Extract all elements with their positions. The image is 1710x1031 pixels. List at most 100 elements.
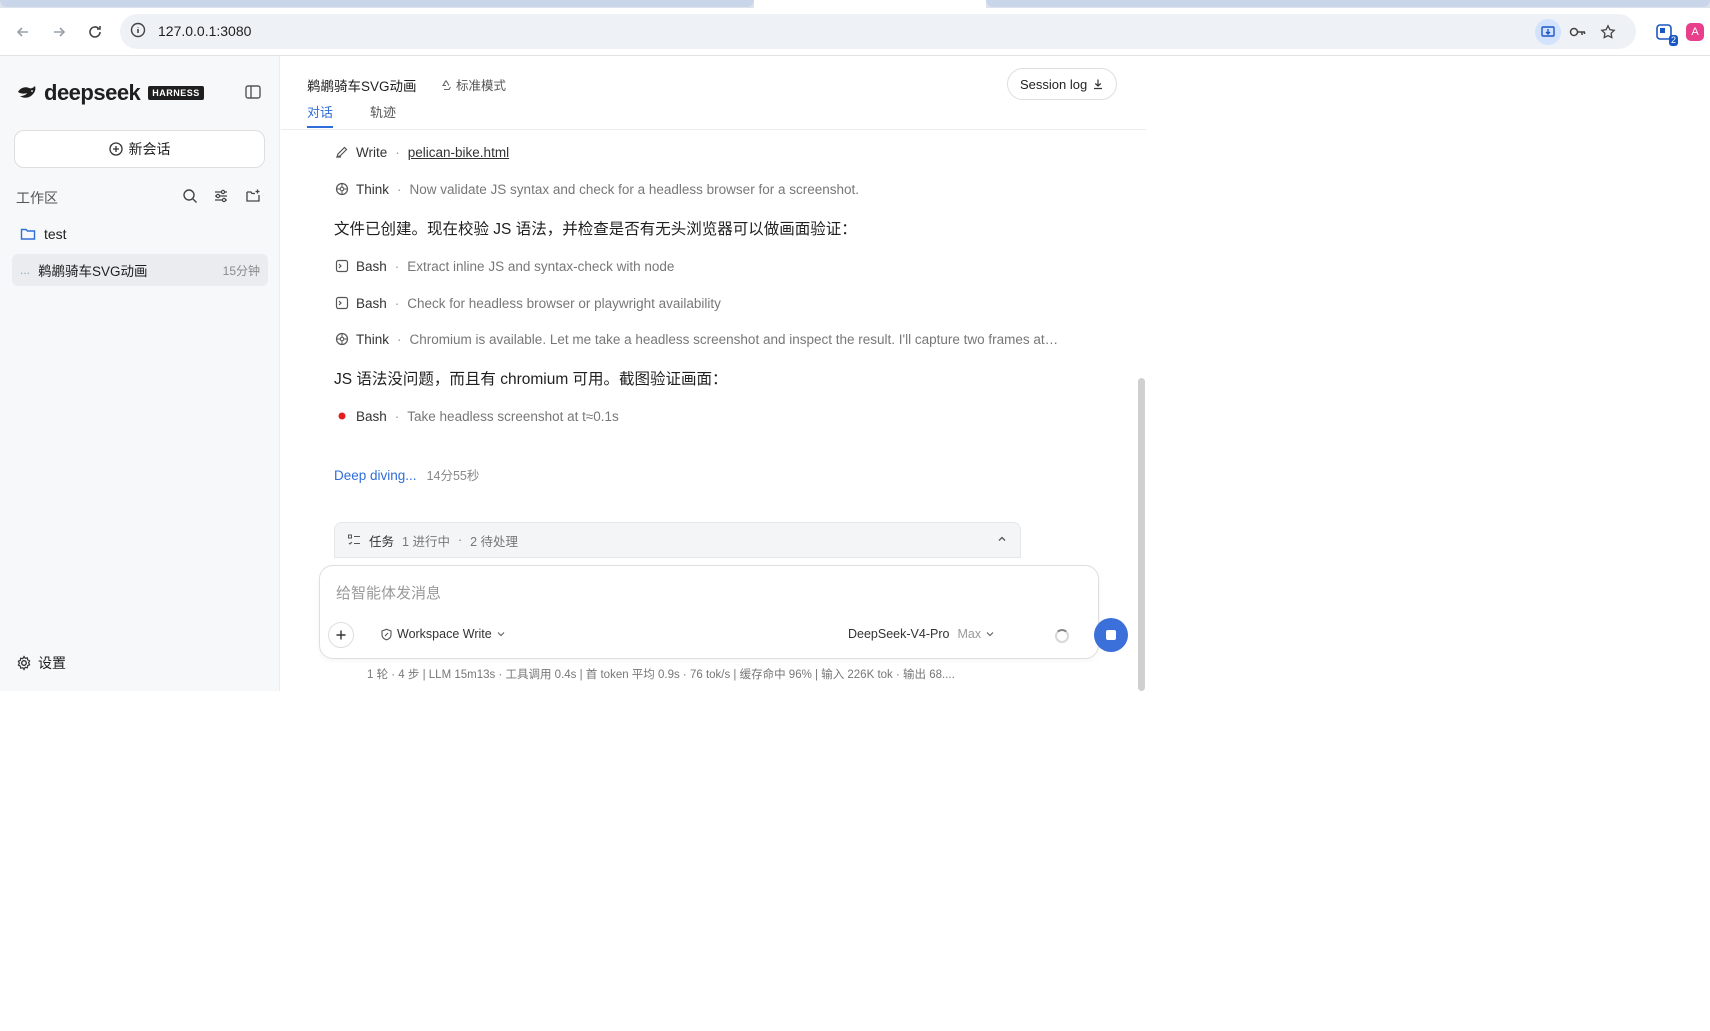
- session-title: 鹈鹕骑车SVG动画: [38, 264, 148, 279]
- terminal-icon: [334, 258, 350, 274]
- url-text[interactable]: 127.0.0.1:3080: [158, 23, 251, 39]
- tool-step-running[interactable]: Bash · Take headless screenshot at t≈0.1…: [334, 408, 619, 424]
- tab-chat[interactable]: 对话: [307, 102, 333, 121]
- step-description: Now validate JS syntax and check for a h…: [409, 181, 859, 197]
- task-pending: 2 待处理: [470, 534, 519, 549]
- logo: deepseek HARNESS: [16, 80, 204, 106]
- session-item[interactable]: ... 鹈鹕骑车SVG动画 15分钟: [12, 254, 268, 286]
- session-time: 15分钟: [222, 263, 260, 278]
- step-description: Take headless screenshot at t≈0.1s: [407, 408, 619, 424]
- folder-icon: [20, 228, 36, 240]
- scrollbar[interactable]: [1138, 378, 1145, 691]
- plus-icon: [336, 630, 346, 640]
- loading-spinner-icon: [1055, 629, 1069, 643]
- active-tab-indicator: [307, 126, 333, 128]
- brain-icon: [334, 331, 350, 347]
- workspace-folder[interactable]: test: [12, 219, 268, 249]
- elapsed-time: 14分55秒: [426, 469, 480, 483]
- new-folder-icon[interactable]: [243, 186, 263, 206]
- attach-button[interactable]: [328, 622, 354, 648]
- task-label: 任务: [369, 534, 395, 549]
- model-level: Max: [957, 627, 982, 641]
- stop-icon: [1106, 630, 1116, 640]
- message-composer[interactable]: 给智能体发消息 Workspace Write DeepSeek-V4-Pro …: [319, 565, 1128, 659]
- tool-step[interactable]: Bash · Check for headless browser or pla…: [334, 295, 721, 311]
- extension-icon[interactable]: 2: [1652, 20, 1678, 46]
- chevron-up-icon[interactable]: [996, 533, 1008, 548]
- permission-label: Workspace Write: [397, 627, 492, 641]
- task-in-progress: 1 进行中: [402, 534, 450, 549]
- install-app-icon[interactable]: [1535, 19, 1561, 45]
- pencil-icon: [334, 144, 350, 160]
- browser-tab[interactable]: [986, 0, 1710, 7]
- tab-trace[interactable]: 轨迹: [370, 102, 396, 121]
- logo-text: deepseek: [44, 80, 141, 105]
- task-list-icon: [348, 534, 360, 545]
- recycle-icon: [442, 79, 451, 90]
- model-name: DeepSeek-V4-Pro: [848, 627, 950, 641]
- browser-toolbar: 127.0.0.1:3080 2 A: [0, 8, 1710, 56]
- chevron-down-icon: [986, 632, 994, 637]
- session-log-label: Session log: [1020, 76, 1088, 92]
- sidebar: deepseek HARNESS 新会话 工作区 test ... 鹈鹕骑车SV…: [0, 56, 280, 691]
- browser-tabstrip: [0, 0, 1710, 8]
- model-selector[interactable]: DeepSeek-V4-Pro Max: [848, 627, 995, 641]
- thinking-status: Deep diving... 14分55秒: [334, 465, 479, 484]
- tool-step[interactable]: Write · pelican-bike.html: [334, 144, 509, 160]
- forward-icon[interactable]: [47, 20, 71, 44]
- header-divider: [281, 129, 1146, 130]
- site-info-icon[interactable]: [130, 22, 146, 43]
- sidebar-toggle-icon[interactable]: [244, 83, 264, 103]
- page-title: 鹈鹕骑车SVG动画: [307, 79, 417, 94]
- session-log-button[interactable]: Session log: [1007, 68, 1118, 100]
- mode-selector[interactable]: 标准模式: [440, 75, 506, 94]
- tool-step[interactable]: Bash · Extract inline JS and syntax-chec…: [334, 258, 674, 274]
- extension-badge: 2: [1668, 35, 1678, 46]
- gear-icon: [17, 655, 31, 671]
- tool-name: Think: [356, 331, 390, 347]
- address-bar[interactable]: 127.0.0.1:3080: [120, 14, 1636, 49]
- mode-label: 标准模式: [456, 79, 507, 93]
- tool-name: Bash: [356, 295, 387, 311]
- new-chat-label: 新会话: [128, 141, 171, 157]
- stop-button[interactable]: [1094, 618, 1128, 652]
- app-window: deepseek HARNESS 新会话 工作区 test ... 鹈鹕骑车SV…: [0, 56, 1146, 691]
- permission-selector[interactable]: Workspace Write: [380, 627, 506, 641]
- filter-sliders-icon[interactable]: [211, 186, 231, 206]
- settings-label: 设置: [38, 655, 66, 671]
- reload-icon[interactable]: [83, 20, 107, 44]
- browser-tab-active[interactable]: [754, 0, 986, 8]
- step-description: Extract inline JS and syntax-check with …: [407, 258, 675, 274]
- step-description: Chromium is available. Let me take a hea…: [409, 331, 1059, 347]
- session-stats: 1 轮 · 4 步 | LLM 15m13s · 工具调用 0.4s | 首 t…: [367, 669, 955, 681]
- tool-step[interactable]: Think · Chromium is available. Let me ta…: [334, 331, 1058, 347]
- task-panel[interactable]: 任务 1 进行中 · 2 待处理: [334, 522, 1021, 558]
- browser-tab[interactable]: [0, 0, 754, 7]
- translate-icon[interactable]: A: [1683, 20, 1707, 44]
- new-chat-button[interactable]: 新会话: [14, 130, 265, 168]
- folder-name: test: [44, 226, 67, 242]
- whale-logo-icon: [18, 86, 36, 98]
- assistant-message: JS 语法没问题，而且有 chromium 可用。截图验证画面：: [334, 371, 728, 388]
- tool-name: Bash: [356, 258, 387, 274]
- tool-step[interactable]: Think · Now validate JS syntax and check…: [334, 181, 859, 197]
- back-icon[interactable]: [11, 20, 35, 44]
- session-running-indicator: ...: [20, 263, 31, 277]
- key-icon[interactable]: [1568, 22, 1588, 42]
- tool-name: Write: [356, 144, 388, 160]
- search-icon[interactable]: [180, 186, 200, 206]
- download-icon: [1094, 79, 1103, 90]
- running-dot-icon: [334, 408, 350, 424]
- thinking-label: Deep diving...: [334, 468, 417, 483]
- shield-edit-icon: [381, 628, 392, 640]
- chevron-down-icon: [497, 632, 505, 637]
- star-icon[interactable]: [1598, 22, 1618, 42]
- logo-badge: HARNESS: [148, 86, 204, 100]
- tool-name: Bash: [356, 408, 387, 424]
- message-input[interactable]: 给智能体发消息: [336, 582, 441, 603]
- file-link[interactable]: pelican-bike.html: [408, 145, 509, 160]
- brain-icon: [334, 181, 350, 197]
- assistant-message: 文件已创建。现在校验 JS 语法，并检查是否有无头浏览器可以做画面验证：: [334, 221, 857, 238]
- workspace-label: 工作区: [16, 190, 58, 206]
- settings-button[interactable]: 设置: [16, 653, 66, 673]
